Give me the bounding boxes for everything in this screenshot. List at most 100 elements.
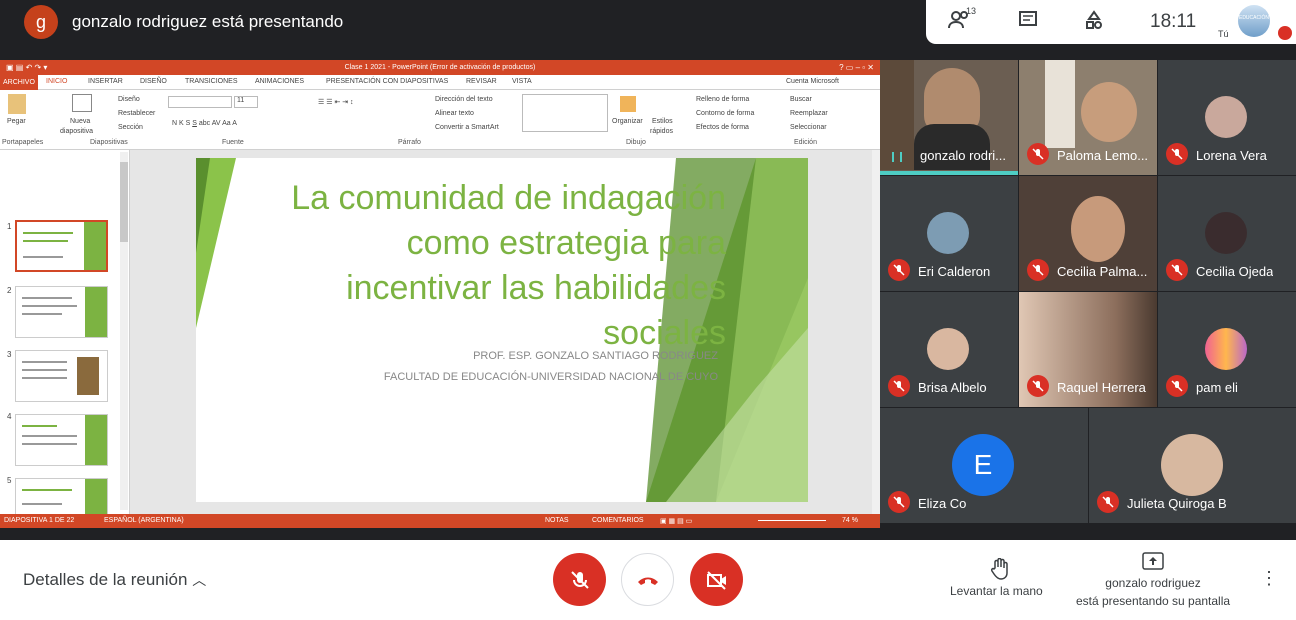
avatar — [927, 212, 969, 254]
tab-vista[interactable]: VISTA — [512, 78, 532, 85]
account-label[interactable]: Cuenta Microsoft — [786, 78, 839, 85]
participant-tile-eliza[interactable]: E Eliza Co — [880, 408, 1088, 523]
estilos-rapidos-label[interactable]: rápidos — [650, 128, 673, 135]
top-bar: g gonzalo rodriguez está presentando 13 … — [0, 0, 1296, 44]
slide-thumbnails-pane: 1 2 3 4 5 6 — [0, 150, 130, 528]
contorno-forma-button[interactable]: Contorno de forma — [696, 110, 754, 117]
mic-off-icon — [1166, 143, 1188, 165]
participant-tile-brisa[interactable]: Brisa Albelo — [880, 292, 1018, 407]
font-size-field[interactable]: 11 — [234, 96, 258, 108]
thumb-number: 3 — [7, 350, 12, 359]
avatar-letter: E — [952, 434, 1014, 496]
presenting-status-line2: está presentando su pantalla — [1075, 594, 1231, 608]
speaking-icon — [892, 152, 902, 162]
presenting-status-line1: gonzalo rodriguez — [1105, 576, 1201, 590]
tab-presentacion[interactable]: PRESENTACIÓN CON DIAPOSITIVAS — [326, 78, 448, 85]
language-status[interactable]: ESPAÑOL (ARGENTINA) — [104, 517, 184, 524]
more-options-icon[interactable]: ⋮ — [1260, 568, 1278, 589]
nueva-label[interactable]: Nueva — [70, 118, 90, 125]
slide-subtitle-institution[interactable]: FACULTAD DE EDUCACIÓN-UNIVERSIDAD NACION… — [316, 371, 718, 383]
hang-up-icon — [637, 577, 658, 585]
slide-thumbnail-1[interactable] — [15, 220, 108, 272]
paste-icon[interactable] — [8, 94, 26, 114]
participant-tile-lorena[interactable]: Lorena Vera — [1158, 60, 1296, 175]
raise-hand-label[interactable]: Levantar la mano — [950, 584, 1043, 598]
smartart-button[interactable]: Convertir a SmartArt — [435, 124, 499, 131]
thumbs-scrollbar[interactable] — [120, 152, 128, 510]
tab-animaciones[interactable]: ANIMACIONES — [255, 78, 304, 85]
self-video-thumbnail[interactable]: EDUCACIÓN — [1238, 5, 1270, 37]
zoom-level[interactable]: 74 % — [842, 517, 858, 524]
camera-toggle-button[interactable] — [690, 553, 743, 606]
participant-name: Julieta Quiroga B — [1127, 496, 1227, 511]
notes-button[interactable]: NOTAS — [545, 517, 569, 524]
slide-thumbnail-3[interactable] — [15, 350, 108, 402]
participant-tile-julieta[interactable]: Julieta Quiroga B — [1089, 408, 1296, 523]
tab-transiciones[interactable]: TRANSICIONES — [185, 78, 238, 85]
current-slide[interactable]: La comunidad de indagación como estrateg… — [196, 158, 808, 502]
raise-hand-icon[interactable] — [990, 557, 1010, 585]
thumb-number: 1 — [7, 222, 12, 231]
diapositiva-label[interactable]: diapositiva — [60, 128, 93, 135]
editor-scrollbar[interactable] — [872, 150, 880, 514]
participant-tile-eri[interactable]: Eri Calderon — [880, 176, 1018, 291]
participant-tile-gonzalo[interactable]: gonzalo rodri... — [880, 60, 1018, 175]
seleccionar-button[interactable]: Seleccionar — [790, 124, 827, 131]
direccion-texto-button[interactable]: Dirección del texto — [435, 96, 493, 103]
quick-access-icons[interactable]: ▣ ▤ ↶ ↷ ▾ — [6, 60, 47, 75]
buscar-button[interactable]: Buscar — [790, 96, 812, 103]
avatar — [927, 328, 969, 370]
tab-revisar[interactable]: REVISAR — [466, 78, 497, 85]
comments-button[interactable]: COMENTARIOS — [592, 517, 644, 524]
participant-tile-pam[interactable]: pam eli — [1158, 292, 1296, 407]
alinear-texto-button[interactable]: Alinear texto — [435, 110, 474, 117]
mic-toggle-button[interactable] — [553, 553, 606, 606]
meeting-details-button[interactable]: Detalles de la reunión ︿ — [23, 570, 206, 590]
estilos-button[interactable]: Estilos — [652, 118, 673, 125]
slide-thumbnail-4[interactable] — [15, 414, 108, 466]
restablecer-button[interactable]: Restablecer — [118, 110, 155, 117]
window-controls[interactable]: ? ▭ – ▫ ✕ — [839, 60, 874, 75]
efectos-forma-button[interactable]: Efectos de forma — [696, 124, 749, 131]
avatar — [1205, 328, 1247, 370]
slide-thumbnail-2[interactable] — [15, 286, 108, 338]
slide-subtitle-author[interactable]: PROF. ESP. GONZALO SANTIAGO RODRIGUEZ — [316, 350, 718, 362]
diseno-button[interactable]: Diseño — [118, 96, 140, 103]
mic-off-icon — [888, 491, 910, 513]
chevron-up-icon: ︿ — [192, 572, 207, 588]
zoom-slider[interactable] — [758, 520, 826, 521]
present-screen-icon[interactable] — [1142, 552, 1164, 575]
activities-icon[interactable] — [1084, 10, 1104, 35]
leave-call-button[interactable] — [621, 553, 674, 606]
tab-inicio[interactable]: INICIO — [46, 78, 67, 85]
participant-name: Lorena Vera — [1196, 148, 1267, 163]
participant-tile-cecilia-ojeda[interactable]: Cecilia Ojeda — [1158, 176, 1296, 291]
shapes-gallery[interactable] — [522, 94, 608, 132]
clock: 18:11 — [1150, 11, 1197, 32]
new-slide-icon[interactable] — [72, 94, 92, 112]
participant-tile-raquel[interactable]: Raquel Herrera — [1019, 292, 1157, 407]
view-buttons[interactable]: ▣ ▦ ▤ ▭ — [660, 517, 692, 525]
relleno-forma-button[interactable]: Relleno de forma — [696, 96, 749, 103]
tab-archivo[interactable]: ARCHIVO — [0, 75, 38, 90]
pegar-label[interactable]: Pegar — [7, 118, 26, 125]
thumb-number: 2 — [7, 286, 12, 295]
reemplazar-button[interactable]: Reemplazar — [790, 110, 828, 117]
slide-title[interactable]: La comunidad de indagación como estrateg… — [276, 176, 726, 356]
chat-icon[interactable] — [1018, 10, 1038, 35]
seccion-button[interactable]: Sección — [118, 124, 143, 131]
organizar-icon[interactable] — [620, 96, 636, 112]
font-format-buttons[interactable]: N K S S abc AV Aa A — [172, 120, 237, 127]
tab-diseno[interactable]: DISEÑO — [140, 78, 167, 85]
organizar-button[interactable]: Organizar — [612, 118, 643, 125]
ppt-titlebar: ▣ ▤ ↶ ↷ ▾ Clase 1 2021 - PowerPoint (Err… — [0, 60, 880, 75]
font-name-field[interactable] — [168, 96, 232, 108]
participant-tile-paloma[interactable]: Paloma Lemo... — [1019, 60, 1157, 175]
paragraph-buttons[interactable]: ☰ ☰ ⇤ ⇥ ↕ — [318, 98, 354, 106]
participant-name: Eliza Co — [918, 496, 967, 511]
participant-tile-cecilia-palma[interactable]: Cecilia Palma... — [1019, 176, 1157, 291]
top-right-panel: 13 18:11 Tú EDUCACIÓN — [926, 0, 1296, 44]
participant-name: pam eli — [1196, 380, 1238, 395]
tab-insertar[interactable]: INSERTAR — [88, 78, 123, 85]
thumb-number: 5 — [7, 476, 12, 485]
